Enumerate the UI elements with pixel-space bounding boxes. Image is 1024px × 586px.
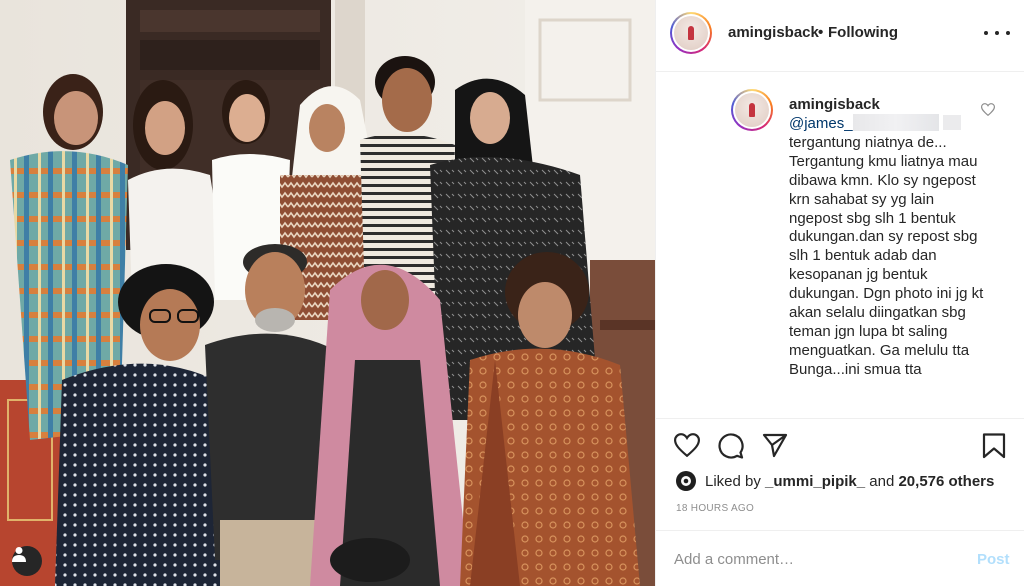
tagged-users-button[interactable] [12, 546, 42, 576]
comment-text: @james_ tergantung niatnya de... Tergant… [789, 114, 989, 380]
mention-link[interactable]: @james_ [789, 115, 853, 132]
share-icon[interactable] [762, 433, 788, 458]
redacted-block [852, 114, 939, 131]
avatar-image [735, 93, 769, 127]
post-comment-button[interactable]: Post [977, 551, 1010, 568]
comment-body-text: tergantung niatnya de... Tergantung kmu … [789, 133, 984, 378]
more-options-icon[interactable] [984, 22, 1010, 44]
add-comment-bar: Post [656, 530, 1024, 586]
group-photo-illustration [0, 0, 655, 586]
post-side-panel: amingisback • Following amingisback @jam… [655, 0, 1024, 586]
bookmark-icon[interactable] [982, 433, 1006, 459]
post-header: amingisback • Following [656, 0, 1024, 72]
action-bar [656, 418, 1024, 472]
following-button[interactable]: Following [828, 24, 898, 41]
likes-joiner: and [869, 472, 895, 490]
more-dot [1006, 31, 1010, 35]
avatar-inner [672, 14, 710, 52]
comment-input[interactable] [674, 548, 954, 570]
avatar-glyph [681, 476, 691, 486]
commenter-avatar[interactable] [731, 89, 773, 131]
comment-icon[interactable] [718, 433, 744, 459]
likes-count-link[interactable]: 20,576 others [898, 473, 994, 490]
heart-icon[interactable] [674, 433, 700, 457]
comments-section[interactable]: amingisback @james_ tergantung niatnya d… [656, 72, 1024, 418]
author-avatar[interactable] [670, 12, 712, 54]
avatar-inner [733, 91, 771, 129]
liker-username[interactable]: _ummi_pipik_ [765, 473, 865, 490]
user-icon [12, 547, 26, 562]
more-dot [984, 31, 988, 35]
author-username[interactable]: amingisback [728, 24, 819, 41]
likes-summary: Liked by _ummi_pipik_ and 20,576 others [676, 468, 994, 494]
likes-prefix: Liked by [705, 472, 761, 490]
more-dot [995, 31, 999, 35]
post-timestamp[interactable]: 18 HOURS AGO [676, 503, 754, 514]
avatar-image [674, 16, 708, 50]
redacted-block [942, 115, 961, 130]
header-separator: • [818, 24, 824, 41]
liker-avatar[interactable] [676, 471, 696, 491]
comment-like-heart-icon[interactable] [981, 103, 995, 116]
commenter-username[interactable]: amingisback [789, 96, 880, 113]
post-photo[interactable] [0, 0, 655, 586]
